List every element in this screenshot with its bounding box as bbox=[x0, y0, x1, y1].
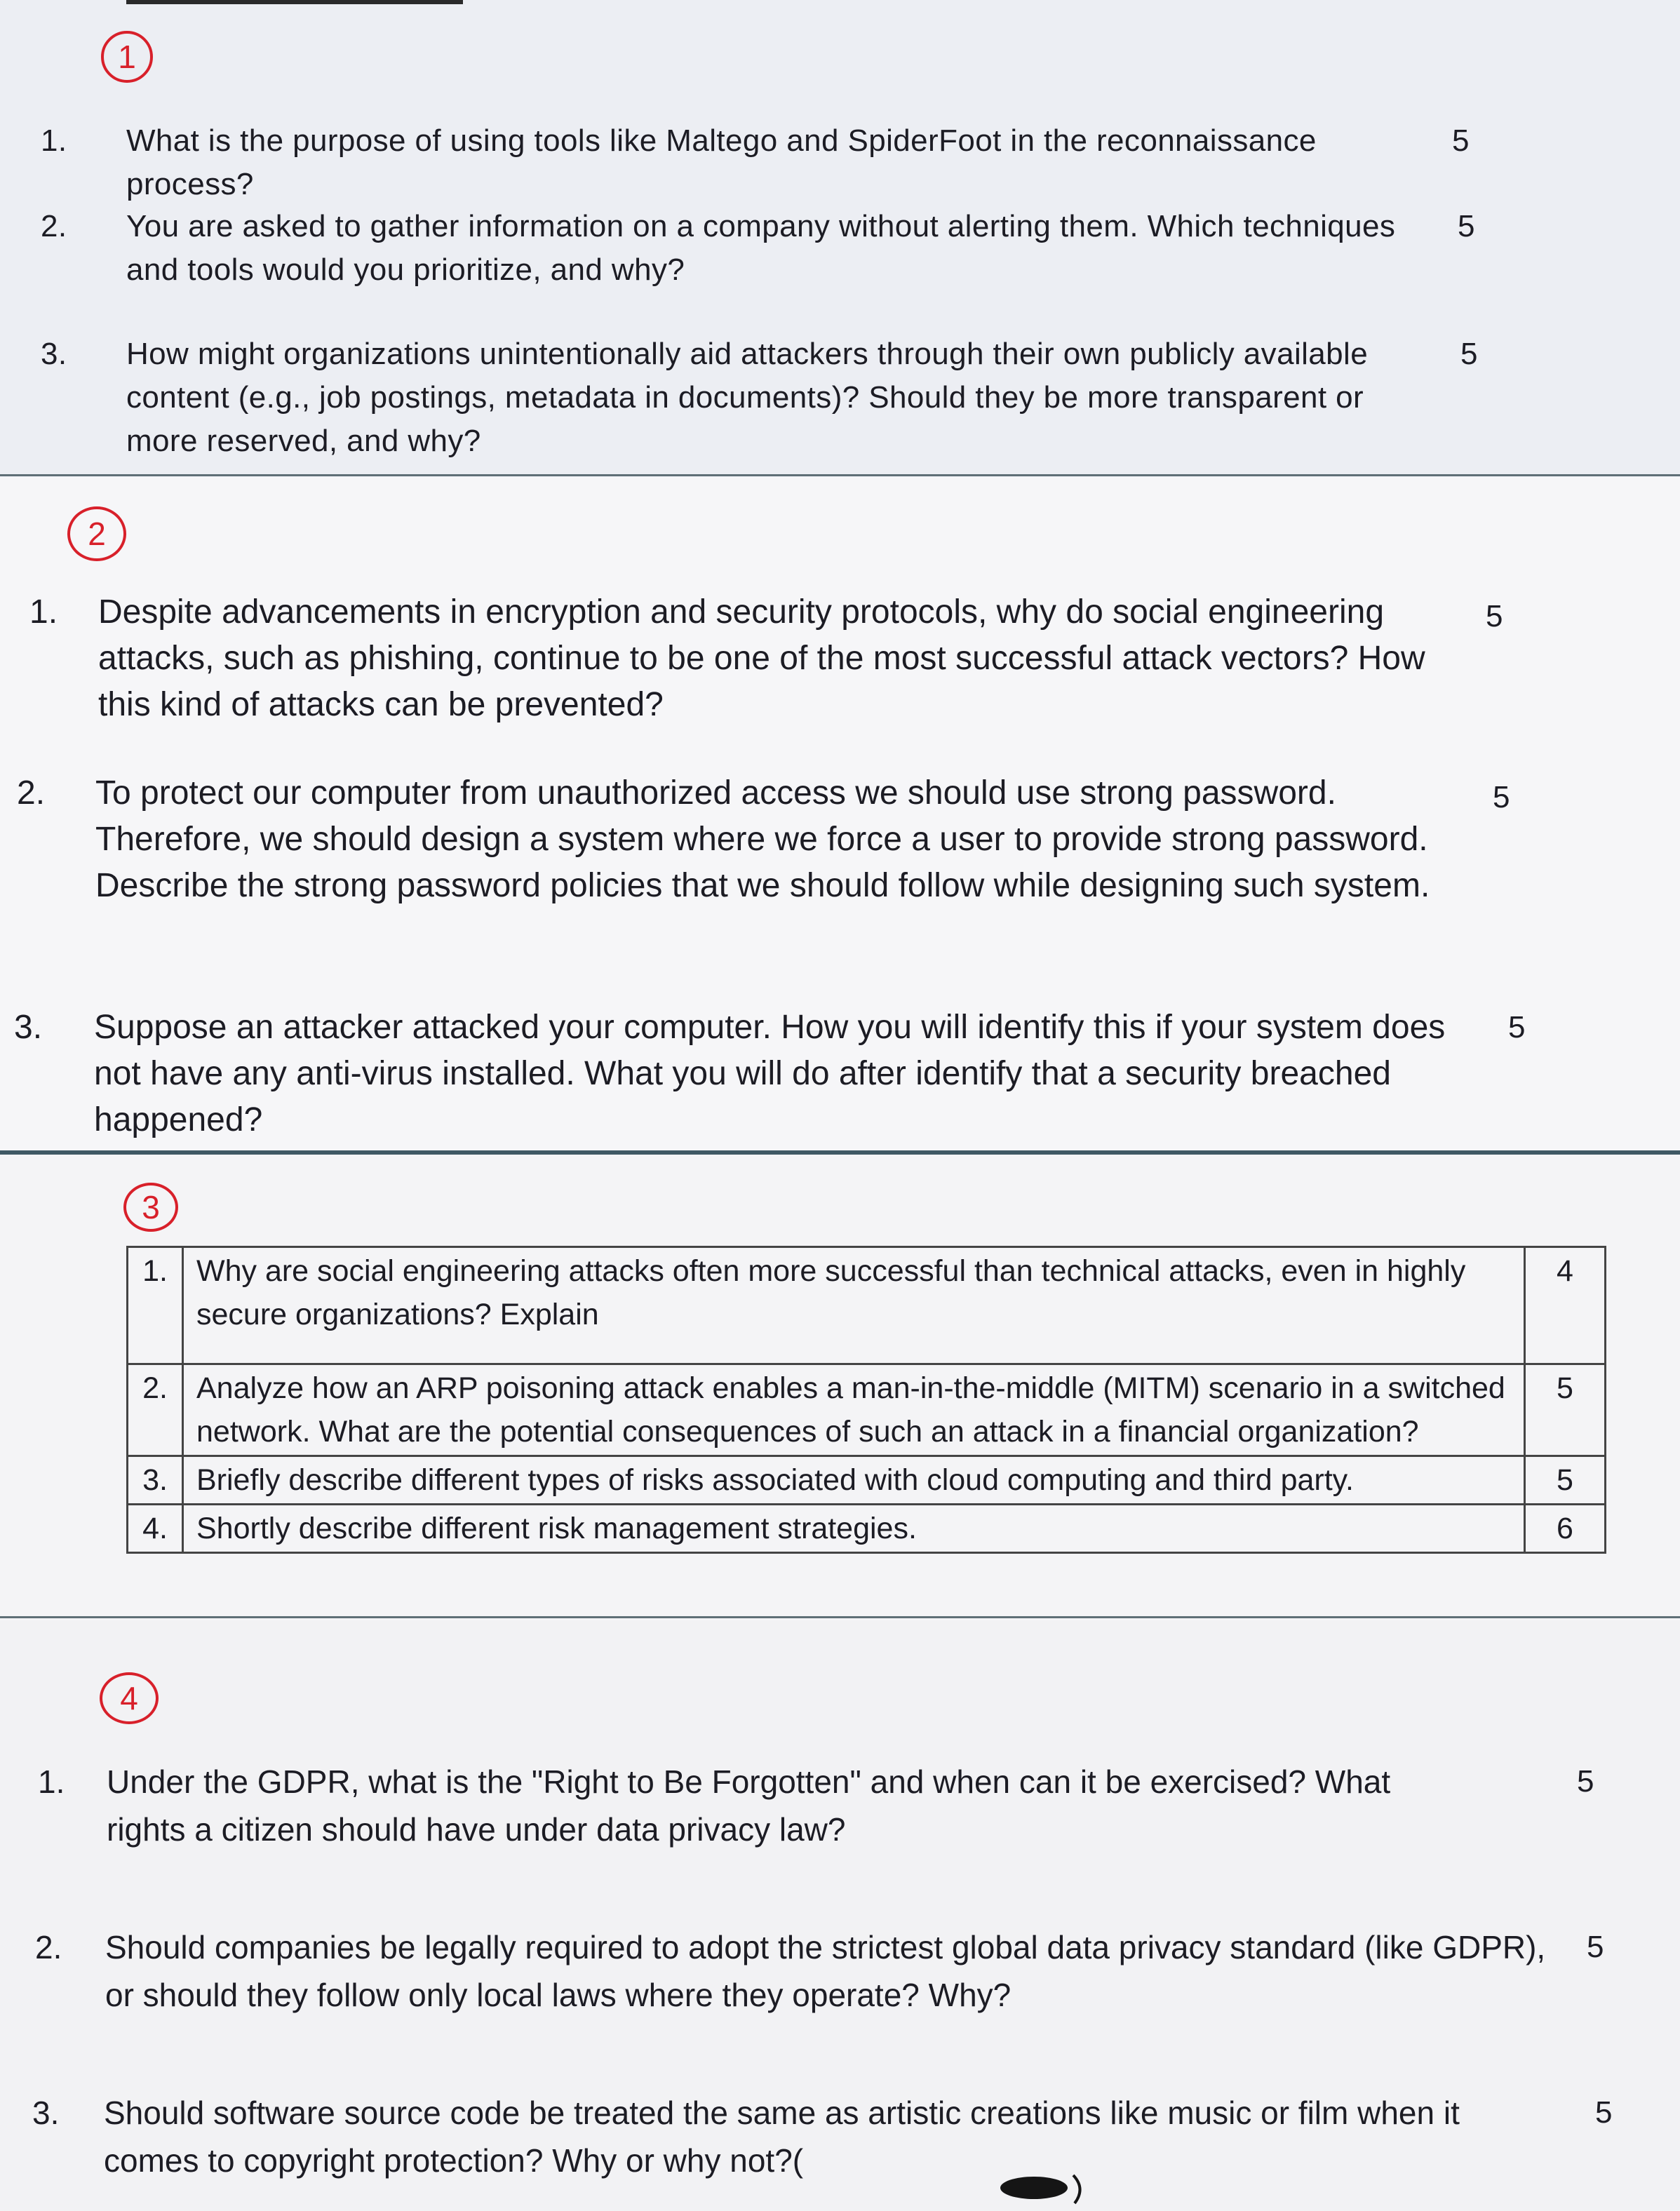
question-marks: 5 bbox=[1458, 209, 1475, 243]
question-number: 3. bbox=[126, 1455, 184, 1505]
question-marks: 5 bbox=[1452, 123, 1470, 158]
question-number: 3. bbox=[14, 1009, 43, 1046]
question-marks: 5 bbox=[1524, 1363, 1606, 1457]
question-number: 2. bbox=[41, 209, 67, 243]
question-number: 1. bbox=[126, 1246, 184, 1365]
question-marks: 6 bbox=[1524, 1503, 1606, 1554]
question-text: Under the GDPR, what is the "Right to Be… bbox=[107, 1763, 1391, 1848]
question-marks: 5 bbox=[1595, 2095, 1613, 2130]
section-1-marker: 1 bbox=[101, 31, 153, 83]
question-text: To protect our computer from unauthorize… bbox=[95, 774, 1430, 904]
table-row: 3. Briefly describe different types of r… bbox=[126, 1455, 1606, 1505]
question-number: 4. bbox=[126, 1503, 184, 1554]
question-number: 2. bbox=[17, 774, 46, 812]
section-divider bbox=[0, 1150, 1680, 1155]
question-marks: 5 bbox=[1486, 599, 1503, 633]
question-text: Should companies be legally required to … bbox=[105, 1929, 1546, 2013]
question-number: 1. bbox=[38, 1763, 65, 1800]
question-text: Why are social engineering attacks often… bbox=[182, 1246, 1526, 1365]
section-divider bbox=[0, 1616, 1680, 1618]
scribbled-out-mark bbox=[1000, 2174, 1082, 2205]
section-3-marker: 3 bbox=[123, 1183, 178, 1232]
question-marks: 5 bbox=[1508, 1010, 1526, 1044]
question-text: Suppose an attacker attacked your comput… bbox=[94, 1009, 1446, 1138]
table-row: 4. Shortly describe different risk manag… bbox=[126, 1503, 1606, 1554]
section-2-marker: 2 bbox=[67, 506, 126, 561]
section-4-marker: 4 bbox=[100, 1672, 159, 1724]
question-marks: 4 bbox=[1524, 1246, 1606, 1365]
question-text: Should software source code be treated t… bbox=[104, 2095, 1460, 2179]
table-row: 2. Analyze how an ARP poisoning attack e… bbox=[126, 1363, 1606, 1457]
question-marks: 5 bbox=[1460, 337, 1478, 371]
question-number: 1. bbox=[41, 123, 67, 158]
question-text: You are asked to gather information on a… bbox=[126, 209, 1396, 287]
question-text: How might organizations unintentionally … bbox=[126, 337, 1369, 458]
question-text: Despite advancements in encryption and s… bbox=[98, 593, 1425, 723]
table-row: 1. Why are social engineering attacks of… bbox=[126, 1246, 1606, 1365]
question-number: 3. bbox=[41, 337, 67, 371]
questions-table: 1. Why are social engineering attacks of… bbox=[126, 1246, 1606, 1554]
top-edge-mark bbox=[126, 0, 463, 4]
question-marks: 5 bbox=[1493, 780, 1510, 814]
question-number: 2. bbox=[35, 1929, 62, 1965]
question-marks: 5 bbox=[1577, 1764, 1594, 1799]
question-text: What is the purpose of using tools like … bbox=[126, 123, 1317, 201]
question-number: 1. bbox=[29, 593, 58, 631]
section-divider bbox=[0, 474, 1680, 476]
question-number: 2. bbox=[126, 1363, 184, 1457]
question-text: Shortly describe different risk manageme… bbox=[182, 1503, 1526, 1554]
question-marks: 5 bbox=[1587, 1930, 1604, 1964]
question-marks: 5 bbox=[1524, 1455, 1606, 1505]
question-number: 3. bbox=[32, 2095, 60, 2131]
question-text: Briefly describe different types of risk… bbox=[182, 1455, 1526, 1505]
question-text: Analyze how an ARP poisoning attack enab… bbox=[182, 1363, 1526, 1457]
